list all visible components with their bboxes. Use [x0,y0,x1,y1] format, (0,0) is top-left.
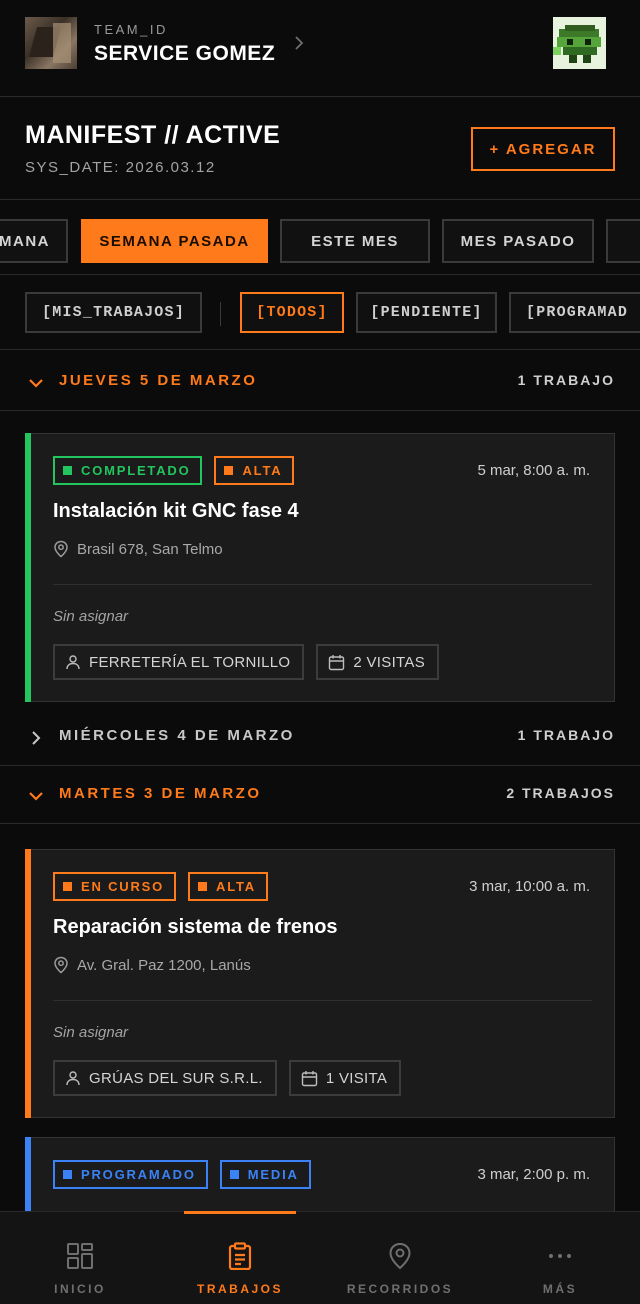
user-avatar[interactable] [553,17,606,69]
page-title: MANIFEST // ACTIVE [25,121,281,149]
day-group-header[interactable]: JUEVES 5 DE MARZO 1 TRABAJO [0,354,640,411]
filter-scheduled[interactable]: [PROGRAMAD [509,292,640,333]
more-icon [549,1254,571,1258]
team-label: TEAM_ID [94,22,168,37]
tab-last-week[interactable]: SEMANA PASADA [81,219,268,263]
day-group-header[interactable]: MARTES 3 DE MARZO 2 TRABAJOS [0,767,640,824]
chevron-right-icon[interactable] [292,34,306,52]
job-time: 3 mar, 10:00 a. m. [469,878,590,895]
tab-this-week[interactable]: MANA [0,219,68,263]
user-icon [66,1071,80,1086]
day-count: 2 TRABAJOS [506,785,615,801]
filter-divider [220,302,221,326]
add-job-button[interactable]: + AGREGAR [471,127,615,171]
client-chip[interactable]: FERRETERÍA EL TORNILLO [53,644,305,680]
sys-date: SYS_DATE: 2026.03.12 [25,159,216,176]
team-header: TEAM_ID SERVICE GOMEZ [0,0,640,97]
filter-my-jobs[interactable]: [MIS_TRABAJOS] [25,292,202,333]
card-divider [53,584,592,585]
nav-label: MÁS [542,1282,578,1296]
team-name[interactable]: SERVICE GOMEZ [94,42,275,66]
day-title: MARTES 3 DE MARZO [59,785,262,802]
priority-badge: MEDIA [219,1160,311,1189]
tab-this-month[interactable]: ESTE MES [280,219,430,263]
user-icon [66,655,80,670]
filter-all[interactable]: [TODOS] [240,292,344,333]
nav-item-jobs[interactable]: TRABAJOS [160,1212,320,1304]
chevron-right-icon [32,731,41,745]
day-title: MIÉRCOLES 4 DE MARZO [59,727,295,744]
manifest-header: MANIFEST // ACTIVE SYS_DATE: 2026.03.12 … [0,97,640,200]
status-badge: PROGRAMADO [53,1160,208,1189]
job-title: Instalación kit GNC fase 4 [53,500,299,522]
job-time: 3 mar, 2:00 p. m. [477,1166,590,1183]
calendar-icon [301,1070,318,1086]
job-card[interactable]: COMPLETADO ALTA 5 mar, 8:00 a. m. Instal… [25,433,615,702]
job-address: Brasil 678, San Telmo [53,540,223,558]
status-badge: COMPLETADO [53,456,203,485]
status-badge: EN CURSO [53,872,177,901]
nav-label: TRABAJOS [196,1282,283,1296]
nav-item-more[interactable]: MÁS [480,1212,640,1304]
nav-item-routes[interactable]: RECORRIDOS [320,1212,480,1304]
day-group-header[interactable]: MIÉRCOLES 4 DE MARZO 1 TRABAJO [0,709,640,766]
map-pin-icon [54,956,68,974]
job-time: 5 mar, 8:00 a. m. [477,462,590,479]
tab-last-month[interactable]: MES PASADO [442,219,594,263]
chevron-down-icon [29,379,43,388]
filter-tabs: [MIS_TRABAJOS] [TODOS] [PENDIENTE] [PROG… [0,275,640,350]
priority-badge: ALTA [214,456,295,485]
map-pin-icon [54,540,68,558]
card-divider [53,1000,592,1001]
nav-label: RECORRIDOS [346,1282,454,1296]
job-assignee: Sin asignar [53,1024,129,1041]
job-card[interactable]: EN CURSO ALTA 3 mar, 10:00 a. m. Reparac… [25,849,615,1118]
period-tabs: MANA SEMANA PASADA ESTE MES MES PASADO [0,200,640,275]
client-chip[interactable]: GRÚAS DEL SUR S.R.L. [53,1060,277,1096]
tab-more-periods[interactable] [606,219,640,263]
visits-chip[interactable]: 1 VISITA [288,1060,402,1096]
job-address: Av. Gral. Paz 1200, Lanús [53,956,251,974]
chevron-down-icon [29,792,43,801]
filter-pending[interactable]: [PENDIENTE] [356,292,497,333]
job-title: Reparación sistema de frenos [53,916,338,938]
team-avatar[interactable] [25,17,77,69]
day-count: 1 TRABAJO [517,372,615,388]
day-title: JUEVES 5 DE MARZO [59,372,258,389]
status-bar [25,849,31,1118]
nav-label: INICIO [54,1282,106,1296]
bottom-nav: INICIO TRABAJOS RECORRIDOS MÁS [0,1211,640,1304]
clipboard-icon [228,1242,252,1270]
day-count: 1 TRABAJO [517,727,615,743]
calendar-icon [329,654,345,670]
map-pin-icon [389,1242,411,1270]
grid-icon [67,1243,93,1269]
visits-chip[interactable]: 2 VISITAS [316,644,440,680]
job-assignee: Sin asignar [53,608,129,625]
nav-item-home[interactable]: INICIO [0,1212,160,1304]
priority-badge: ALTA [188,872,268,901]
status-bar [25,433,31,702]
